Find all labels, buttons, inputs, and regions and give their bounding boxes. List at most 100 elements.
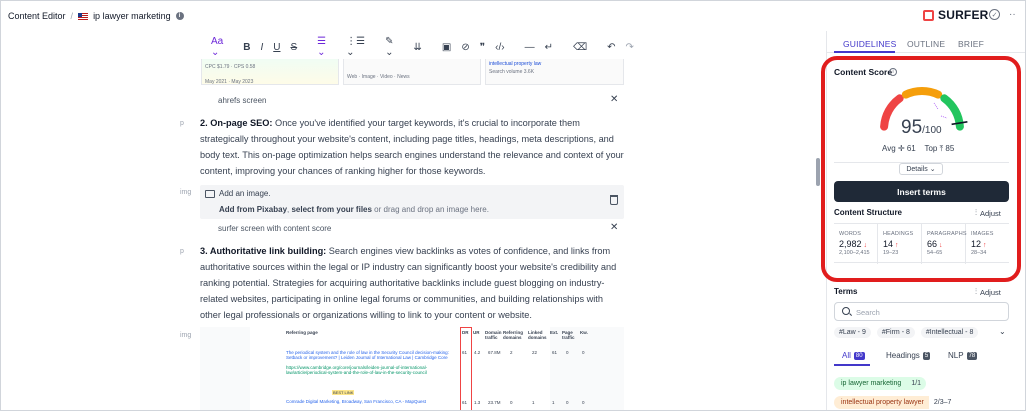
table-header: Domain traffic — [485, 330, 502, 340]
topic-chip[interactable]: #Firm - 8 — [876, 327, 915, 338]
best-link-badge: BEST LINK — [332, 390, 355, 395]
term-item[interactable]: intellectual property lawyer 2/3–7 — [834, 396, 957, 409]
more-options-icon[interactable]: ·· — [1009, 9, 1016, 20]
table-cell: 0 — [566, 350, 569, 355]
terms-search-input[interactable]: Search — [834, 302, 1009, 321]
app-window: Content Editor / ip lawyer marketing i S… — [0, 0, 1026, 411]
clear-format-icon[interactable]: ⇊ — [413, 42, 421, 53]
add-image-label: Add an image. — [219, 189, 271, 198]
paragraph-link-building[interactable]: 3. Authoritative link building: Search e… — [200, 243, 625, 323]
count-badge: 5 — [922, 351, 931, 360]
close-icon[interactable]: ✕ — [610, 222, 618, 233]
numbered-list-icon[interactable]: ⋮☰ ⌄ — [346, 36, 365, 58]
highlighter-icon[interactable]: ✎ ⌄ — [385, 36, 393, 58]
tab-outline[interactable]: OUTLINE — [907, 39, 945, 49]
horizontal-rule-icon[interactable]: — — [525, 42, 535, 53]
insert-terms-button[interactable]: Insert terms — [834, 181, 1009, 202]
avg-icon: ✛ — [897, 144, 905, 153]
code-icon[interactable]: ‹/› — [495, 42, 504, 53]
top-label: Top — [924, 144, 938, 153]
tab-guidelines[interactable]: GUIDELINES — [843, 39, 897, 49]
info-icon[interactable]: i — [889, 68, 897, 76]
sliders-icon: ⫶ — [975, 208, 977, 217]
filter-nlp[interactable]: NLP 78 — [948, 351, 978, 360]
top-icon: ⤒ — [939, 144, 944, 153]
italic-icon[interactable]: I — [260, 42, 263, 53]
quote-icon[interactable]: ❞ — [480, 42, 485, 53]
breadcrumb-root[interactable]: Content Editor — [8, 11, 66, 21]
paragraph-on-page-seo[interactable]: 2. On-page SEO: Once you've identified y… — [200, 115, 625, 179]
ahrefs-screenshot[interactable]: CPC $1.79 · CPS 0.58 May 2021 · May 2023… — [201, 59, 624, 85]
topic-chip[interactable]: #Intellectual - 8 — [920, 327, 979, 338]
image-icon — [205, 190, 215, 198]
strikethrough-icon[interactable]: S — [290, 42, 297, 53]
us-flag-icon — [78, 12, 89, 20]
metric-headings: HEADINGS 14 ↑ 19–23 — [878, 224, 922, 264]
close-icon[interactable]: ✕ — [610, 94, 618, 105]
eraser-icon[interactable]: ⌫ — [573, 42, 587, 53]
metric-images: IMAGES 12 ↑ 28–34 — [971, 231, 994, 256]
content-structure-title: Content Structure — [834, 208, 902, 217]
table-cell: 2 — [510, 350, 513, 355]
block-type-label: img — [180, 332, 192, 339]
table-cell: 0 — [566, 400, 569, 405]
tab-brief[interactable]: BRIEF — [958, 39, 984, 49]
term-filters: All 80 Headings 5 NLP 78 — [834, 349, 1009, 366]
arrow-down-icon: ↓ — [863, 242, 868, 249]
block-type-label: img — [180, 189, 192, 196]
table-cell-title: Comrade Digital Marketing, Broadway, San… — [286, 399, 426, 404]
chevron-down-icon[interactable]: ⌄ — [999, 327, 1006, 336]
table-cell: 61 — [552, 350, 558, 355]
backlinks-table-screenshot[interactable]: Referring page DR UR Domain traffic Refe… — [200, 327, 624, 410]
content-score-value: 95/100 — [901, 117, 942, 138]
top-value: 85 — [945, 144, 955, 153]
surfer-logo-icon — [923, 9, 934, 21]
font-style-button[interactable]: Aa ⌄ — [211, 36, 223, 58]
line-break-icon[interactable]: ↵ — [545, 42, 553, 53]
image-caption[interactable]: surfer screen with content score — [218, 224, 331, 233]
pixabay-link[interactable]: Add from Pixabay — [219, 205, 287, 214]
adjust-terms-button[interactable]: ⫶ Adjust — [975, 287, 1001, 297]
details-button[interactable]: Details ⌄ — [899, 163, 943, 175]
card-text: Web · Image · Video · News — [347, 74, 410, 80]
image-source-options: Add from Pixabay, select from your files… — [219, 205, 489, 214]
sliders-icon: ⫶ — [975, 287, 977, 296]
info-icon[interactable]: i — [175, 12, 184, 20]
table-header: Referring page — [286, 330, 318, 335]
document-name[interactable]: ip lawyer marketing — [93, 11, 171, 21]
image-icon[interactable]: ▣ — [442, 42, 451, 53]
term-item[interactable]: ip lawyer marketing 1/1 — [834, 377, 927, 390]
undo-icon[interactable]: ↶ — [607, 42, 615, 53]
redo-icon[interactable]: ↷ — [625, 42, 633, 53]
editor-scrollbar[interactable] — [815, 31, 822, 410]
underline-icon[interactable]: U — [273, 42, 280, 53]
table-header: Page traffic — [562, 330, 575, 340]
image-caption[interactable]: ahrefs screen — [218, 96, 266, 105]
table-cell: 0 — [582, 400, 585, 405]
link-icon[interactable]: ⊘ — [461, 42, 469, 53]
trash-icon[interactable] — [610, 195, 618, 205]
scrollbar-thumb[interactable] — [816, 158, 820, 186]
term-name: intellectual property lawyer — [841, 399, 924, 406]
align-icon[interactable]: ☰ ⌄ — [317, 36, 326, 58]
breadcrumb-separator: / — [70, 11, 74, 21]
check-circle-icon[interactable]: ✓ — [989, 9, 1000, 20]
table-header: Ext. — [550, 330, 559, 335]
filter-all[interactable]: All 80 — [842, 351, 865, 360]
screenshot-card: CPC $1.79 · CPS 0.58 May 2021 · May 2023 — [201, 59, 339, 85]
bold-icon[interactable]: B — [243, 42, 250, 53]
term-usage: 2/3–7 — [928, 396, 957, 409]
content-score-max: /100 — [922, 125, 942, 136]
image-upload-block[interactable]: Add an image. Add from Pixabay, select f… — [200, 185, 624, 219]
select-files-link[interactable]: select from your files — [291, 205, 371, 214]
table-cell: 4.2 — [474, 350, 481, 355]
topic-chip[interactable]: #Law - 9 — [834, 327, 871, 338]
adjust-structure-button[interactable]: ⫶ Adjust — [975, 208, 1001, 218]
top-bar: Content Editor / ip lawyer marketing i — [1, 1, 1025, 31]
arrow-up-icon: ↑ — [895, 242, 899, 249]
arrow-up-icon: ↑ — [983, 242, 987, 249]
filter-headings[interactable]: Headings 5 — [886, 351, 931, 360]
avg-value: 61 — [906, 144, 916, 153]
table-cell: 0 — [582, 350, 585, 355]
gauge-top-marker — [940, 115, 948, 119]
